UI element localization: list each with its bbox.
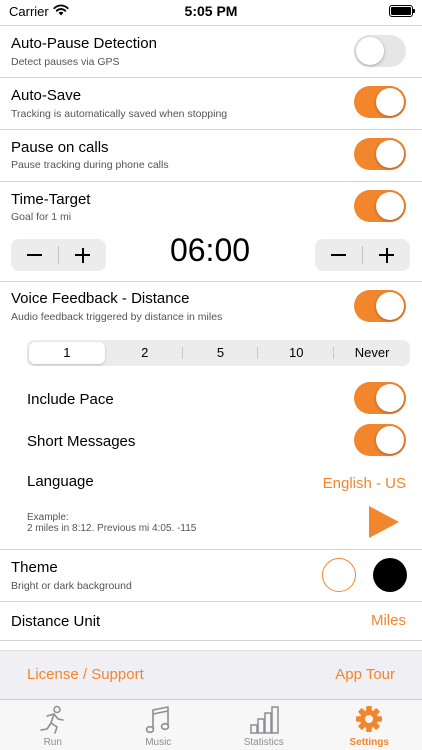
auto-save-toggle[interactable] bbox=[354, 86, 406, 118]
auto-save-title: Auto-Save bbox=[11, 87, 82, 104]
app-tour-link[interactable]: App Tour bbox=[335, 666, 395, 683]
time-stepper-left bbox=[11, 239, 106, 271]
segment-never[interactable]: Never bbox=[334, 340, 410, 366]
tab-label: Music bbox=[145, 737, 172, 748]
auto-pause-subtitle: Detect pauses via GPS bbox=[11, 56, 120, 68]
divider bbox=[0, 77, 422, 78]
divider bbox=[0, 640, 422, 641]
divider bbox=[0, 181, 422, 182]
gear-icon bbox=[356, 706, 383, 732]
voice-feedback-subtitle: Audio feedback triggered by distance in … bbox=[11, 311, 223, 323]
auto-save-subtitle: Tracking is automatically saved when sto… bbox=[11, 108, 228, 120]
voice-feedback-toggle[interactable] bbox=[354, 290, 406, 322]
example-text: 2 miles in 8:12. Previous mi 4:05. -115 bbox=[27, 523, 197, 534]
runner-icon bbox=[39, 705, 64, 734]
bar-chart-icon bbox=[250, 706, 279, 734]
minus-button[interactable] bbox=[315, 239, 362, 271]
music-note-icon bbox=[145, 706, 170, 734]
tab-statistics[interactable]: Statistics bbox=[211, 700, 317, 750]
segment-2[interactable]: 2 bbox=[107, 340, 183, 366]
status-bar: Carrier 5:05 PM bbox=[0, 0, 422, 24]
footer-links: License / Support App Tour bbox=[0, 650, 422, 699]
divider bbox=[0, 129, 422, 130]
pause-calls-title: Pause on calls bbox=[11, 139, 109, 156]
short-messages-toggle[interactable] bbox=[354, 424, 406, 456]
plus-button[interactable] bbox=[363, 239, 410, 271]
tab-label: Run bbox=[43, 737, 62, 748]
divider bbox=[0, 281, 422, 282]
time-stepper-right bbox=[315, 239, 410, 271]
distance-unit-value[interactable]: Miles bbox=[371, 612, 406, 629]
segment-label: 2 bbox=[141, 345, 149, 360]
pause-calls-toggle[interactable] bbox=[354, 138, 406, 170]
auto-pause-toggle[interactable] bbox=[354, 35, 406, 67]
voice-feedback-title: Voice Feedback - Distance bbox=[11, 290, 190, 307]
segment-1[interactable]: 1 bbox=[29, 342, 105, 364]
divider bbox=[0, 25, 422, 26]
theme-title: Theme bbox=[11, 559, 58, 576]
language-value[interactable]: English - US bbox=[323, 475, 406, 492]
segment-label: 10 bbox=[289, 345, 304, 360]
tab-label: Settings bbox=[349, 737, 389, 748]
time-target-toggle[interactable] bbox=[354, 190, 406, 222]
distance-unit-title: Distance Unit bbox=[11, 613, 101, 630]
minus-button[interactable] bbox=[11, 239, 58, 271]
theme-light-option[interactable] bbox=[322, 558, 356, 592]
distance-interval-segmented: 1 2 5 10 Never bbox=[27, 340, 410, 366]
pause-calls-subtitle: Pause tracking during phone calls bbox=[11, 159, 169, 171]
status-time: 5:05 PM bbox=[184, 3, 238, 19]
time-target-subtitle: Goal for 1 mi bbox=[11, 211, 72, 223]
divider bbox=[0, 601, 422, 602]
include-pace-label: Include Pace bbox=[27, 391, 114, 408]
segment-10[interactable]: 10 bbox=[258, 340, 335, 366]
theme-dark-option[interactable] bbox=[373, 558, 407, 592]
time-target-value: 06:00 bbox=[169, 232, 251, 268]
battery-icon bbox=[389, 5, 415, 17]
include-pace-toggle[interactable] bbox=[354, 382, 406, 414]
theme-subtitle: Bright or dark background bbox=[11, 580, 132, 592]
play-icon[interactable] bbox=[369, 506, 399, 538]
language-label: Language bbox=[27, 473, 94, 490]
tab-settings[interactable]: Settings bbox=[317, 700, 422, 750]
tab-bar: Run Music Statistics Settings bbox=[0, 699, 422, 750]
tab-label: Statistics bbox=[243, 737, 284, 748]
segment-5[interactable]: 5 bbox=[183, 340, 259, 366]
tab-run[interactable]: Run bbox=[0, 700, 106, 750]
tab-music[interactable]: Music bbox=[106, 700, 212, 750]
short-messages-label: Short Messages bbox=[27, 433, 136, 450]
plus-button[interactable] bbox=[59, 239, 106, 271]
segment-label: 5 bbox=[216, 345, 225, 360]
auto-pause-title: Auto-Pause Detection bbox=[11, 35, 157, 52]
license-support-link[interactable]: License / Support bbox=[27, 666, 144, 683]
time-target-title: Time-Target bbox=[11, 191, 91, 208]
example-label: Example: bbox=[27, 512, 69, 523]
divider bbox=[0, 549, 422, 550]
